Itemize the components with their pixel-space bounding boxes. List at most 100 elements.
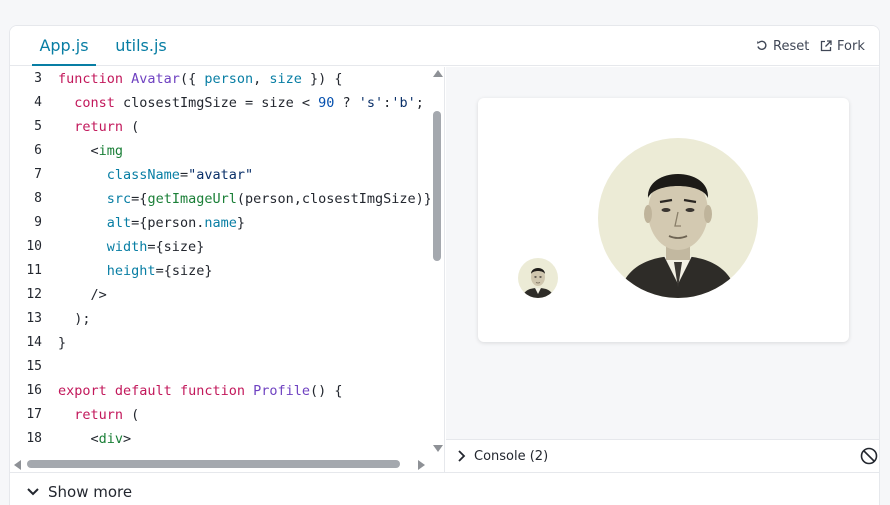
code-line: 11 height={size} — [10, 259, 430, 283]
code-lines: 3 function Avatar({ person, size }) {4 co… — [10, 67, 432, 451]
code-line: 9 alt={person.name} — [10, 211, 430, 235]
code-line: 10 width={size} — [10, 235, 430, 259]
horizontal-scrollbar[interactable] — [10, 457, 444, 472]
line-number: 10 — [26, 239, 42, 254]
scroll-down-arrow-icon[interactable] — [433, 445, 443, 452]
console-label[interactable]: Console (2) — [474, 449, 548, 464]
line-content: function Avatar({ person, size }) { — [58, 67, 343, 91]
code-token: Profile — [253, 383, 310, 399]
line-content: } — [58, 331, 66, 355]
show-more-button[interactable]: Show more — [26, 483, 132, 501]
footer-bar: Show more — [10, 472, 879, 505]
profile-card — [478, 98, 849, 342]
code-token: } — [236, 215, 245, 231]
code-token: className — [106, 167, 180, 183]
code-token: = — [179, 167, 189, 183]
code-token: < — [58, 431, 99, 447]
code-token: /> — [58, 287, 107, 303]
code-token: , — [253, 71, 270, 87]
fork-label: Fork — [837, 38, 865, 54]
scroll-left-arrow-icon[interactable] — [14, 460, 21, 470]
avatar-small — [518, 258, 558, 298]
line-content: alt={person.name} — [58, 211, 245, 235]
code-line: 16 export default function Profile() { — [10, 379, 430, 403]
line-content: return ( — [58, 115, 139, 139]
horizontal-scroll-thumb[interactable] — [27, 460, 400, 468]
line-number: 11 — [26, 263, 42, 278]
line-content: src={getImageUrl(person,closestImgSize)} — [58, 187, 432, 211]
code-line: 18 <div> — [10, 427, 430, 451]
chevron-down-icon — [27, 488, 39, 496]
code-editor[interactable]: 3 function Avatar({ person, size }) {4 co… — [10, 67, 445, 472]
line-content: ); — [58, 307, 91, 331]
code-token: ={size} — [147, 239, 205, 255]
scroll-up-arrow-icon[interactable] — [433, 70, 443, 77]
chevron-right-icon[interactable] — [456, 449, 468, 463]
reset-button[interactable]: Reset — [756, 38, 809, 54]
line-content: return ( — [58, 403, 139, 427]
line-number: 3 — [34, 71, 42, 86]
line-number: 4 — [34, 95, 42, 110]
code-token: getImageUrl — [147, 191, 237, 207]
code-token: ? — [334, 95, 359, 111]
code-token: 90 — [318, 95, 335, 111]
code-line: 15 — [10, 355, 430, 379]
code-token: function — [58, 71, 132, 87]
code-token: ; — [415, 95, 424, 111]
avatar-large — [598, 138, 758, 298]
clear-console-icon[interactable] — [860, 447, 878, 465]
code-token: img — [98, 143, 124, 159]
line-number: 17 — [26, 407, 42, 422]
code-token: size — [269, 71, 302, 87]
fork-button[interactable]: Fork — [820, 38, 865, 54]
vertical-scroll-thumb[interactable] — [433, 111, 441, 261]
scroll-right-arrow-icon[interactable] — [418, 460, 425, 470]
file-tab-bar: App.js utils.js Reset Fork — [10, 26, 879, 66]
show-more-label: Show more — [48, 483, 133, 501]
line-number: 18 — [26, 431, 42, 446]
code-line: 4 const closestImgSize = size < 90 ? 's'… — [10, 91, 430, 115]
tab-utils-js[interactable]: utils.js — [111, 26, 171, 66]
code-token: return — [74, 407, 124, 423]
reset-icon — [757, 40, 767, 51]
code-token: 's' — [358, 95, 384, 111]
code-token: ); — [58, 311, 91, 327]
code-token: div — [98, 431, 124, 447]
code-line: 13 ); — [10, 307, 430, 331]
code-token: > — [123, 431, 132, 447]
line-number: 8 — [34, 191, 42, 206]
line-content: className="avatar" — [58, 163, 253, 187]
code-line: 17 return ( — [10, 403, 430, 427]
code-token: "avatar" — [188, 167, 254, 183]
line-number: 16 — [26, 383, 42, 398]
code-token: ={person. — [131, 215, 205, 231]
line-number: 5 — [34, 119, 42, 134]
line-content: /> — [58, 283, 107, 307]
code-token: ( — [123, 119, 140, 135]
code-line: 3 function Avatar({ person, size }) { — [10, 67, 430, 91]
code-token: width — [106, 239, 148, 255]
vertical-scrollbar[interactable] — [430, 67, 444, 457]
tab-app-js[interactable]: App.js — [32, 26, 96, 66]
preview-pane — [446, 67, 879, 439]
code-line: 6 <img — [10, 139, 430, 163]
external-link-icon — [820, 40, 832, 52]
code-token: (person,closestImgSize)} — [236, 191, 432, 207]
reset-label: Reset — [773, 38, 810, 54]
code-line: 14} — [10, 331, 430, 355]
console-bar[interactable]: Console (2) — [446, 439, 879, 472]
code-token: src — [106, 191, 132, 207]
code-line: 7 className="avatar" — [10, 163, 430, 187]
code-token: name — [204, 215, 237, 231]
code-token: height — [106, 263, 156, 279]
code-token: ={ — [131, 191, 148, 207]
code-token: () { — [310, 383, 343, 399]
code-line: 8 src={getImageUrl(person,closestImgSize… — [10, 187, 432, 211]
code-token: < — [58, 143, 99, 159]
code-token: export — [58, 383, 115, 399]
line-content: height={size} — [58, 259, 213, 283]
